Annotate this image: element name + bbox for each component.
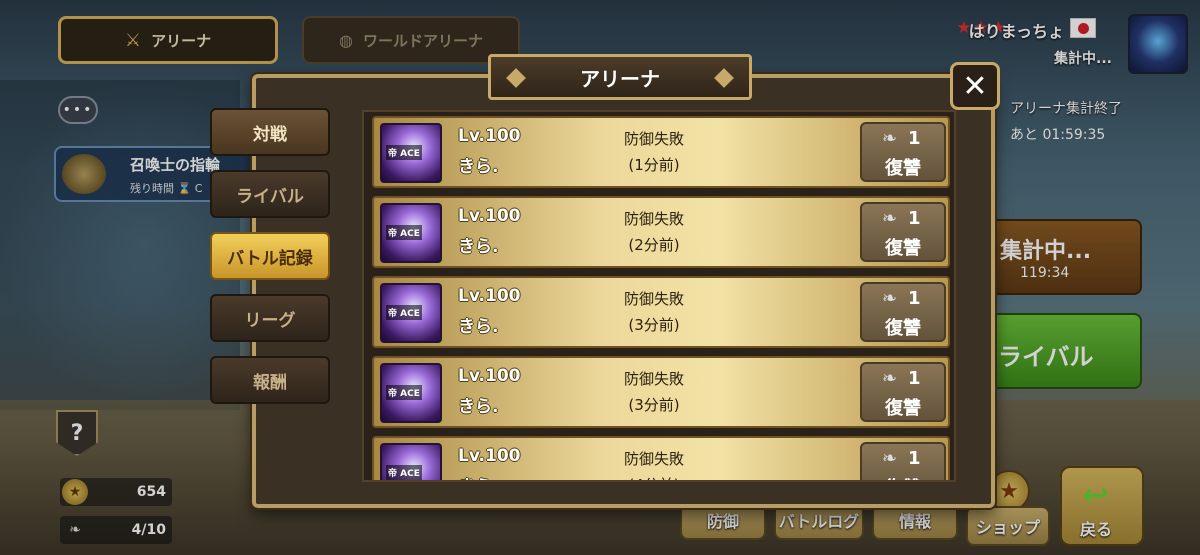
battle-time: (4分前) <box>604 474 704 480</box>
opponent-portrait[interactable]: 帝 ACE <box>380 203 442 263</box>
wing-icon: ❧ <box>882 288 898 309</box>
opponent-portrait[interactable]: 帝 ACE <box>380 283 442 343</box>
revenge-button[interactable]: ❧ 1 復讐 <box>860 442 946 480</box>
side-tab-rival[interactable]: ライバル <box>210 170 330 218</box>
portrait-tag: 帝 ACE <box>386 465 422 480</box>
modal-title-plate: アリーナ <box>488 54 752 100</box>
revenge-button[interactable]: ❧ 1 復讐 <box>860 362 946 422</box>
close-icon: ✕ <box>962 68 988 104</box>
table-row: 帝 ACE Lv.100 きら. 防御失敗 (3分前) ❧ 1 復讐 <box>372 276 950 348</box>
revenge-label: 復讐 <box>885 158 921 179</box>
battle-time: (3分前) <box>628 396 680 414</box>
revenge-label: 復讐 <box>885 398 921 419</box>
side-tab-rewards[interactable]: 報酬 <box>210 356 330 404</box>
portrait-tag: 帝 ACE <box>386 305 422 320</box>
revenge-button[interactable]: ❧ 1 復讐 <box>860 282 946 342</box>
opponent-portrait[interactable]: 帝 ACE <box>380 123 442 183</box>
battle-record-list[interactable]: 帝 ACE Lv.100 きら. 防御失敗 (1分前) ❧ 1 復讐 帝 ACE… <box>362 110 956 482</box>
side-tab-rewards-label: 報酬 <box>253 372 287 393</box>
opponent-level: Lv.100 <box>458 366 521 386</box>
portrait-tag: 帝 ACE <box>386 225 422 240</box>
side-tab-league-label: リーグ <box>244 310 296 331</box>
opponent-name: きら. <box>458 157 499 177</box>
side-tab-battle-record-label: バトル記録 <box>227 248 313 269</box>
battle-result: 防御失敗 <box>623 370 684 388</box>
battle-time: (3分前) <box>628 316 680 334</box>
battle-result: 防御失敗 <box>623 130 684 148</box>
title-ornament-left <box>506 68 526 88</box>
battle-time: (2分前) <box>628 236 680 254</box>
wing-icon: ❧ <box>882 128 898 149</box>
revenge-label: 復讐 <box>885 238 921 259</box>
revenge-button[interactable]: ❧ 1 復讐 <box>860 122 946 182</box>
revenge-cost: 1 <box>908 368 921 389</box>
revenge-cost: 1 <box>908 208 921 229</box>
opponent-level: Lv.100 <box>458 446 521 466</box>
side-tab-league[interactable]: リーグ <box>210 294 330 342</box>
arena-modal-panel: 帝 ACE Lv.100 きら. 防御失敗 (1分前) ❧ 1 復讐 帝 ACE… <box>252 74 995 508</box>
portrait-tag: 帝 ACE <box>386 145 422 160</box>
revenge-cost: 1 <box>908 128 921 149</box>
wing-icon: ❧ <box>882 448 898 469</box>
table-row: 帝 ACE Lv.100 きら. 防御失敗 (4分前) ❧ 1 復讐 <box>372 436 950 480</box>
wing-icon: ❧ <box>882 208 898 229</box>
revenge-cost: 1 <box>908 448 921 469</box>
battle-time: (1分前) <box>628 156 680 174</box>
opponent-level: Lv.100 <box>458 126 521 146</box>
title-ornament-right <box>714 68 734 88</box>
revenge-button[interactable]: ❧ 1 復讐 <box>860 202 946 262</box>
revenge-label: 復讐 <box>885 318 921 339</box>
revenge-cost: 1 <box>908 288 921 309</box>
opponent-portrait[interactable]: 帝 ACE <box>380 363 442 423</box>
close-button[interactable]: ✕ <box>950 62 1000 110</box>
side-tab-battle-record[interactable]: バトル記録 <box>210 232 330 280</box>
table-row: 帝 ACE Lv.100 きら. 防御失敗 (2分前) ❧ 1 復讐 <box>372 196 950 268</box>
side-tab-rival-label: ライバル <box>236 186 304 207</box>
table-row: 帝 ACE Lv.100 きら. 防御失敗 (3分前) ❧ 1 復讐 <box>372 356 950 428</box>
opponent-name: きら. <box>458 317 499 337</box>
battle-result: 防御失敗 <box>623 210 684 228</box>
side-tab-battle-label: 対戦 <box>253 124 287 145</box>
wing-icon: ❧ <box>882 368 898 389</box>
table-row: 帝 ACE Lv.100 きら. 防御失敗 (1分前) ❧ 1 復讐 <box>372 116 950 188</box>
revenge-label: 復讐 <box>862 474 944 480</box>
opponent-name: きら. <box>458 472 498 480</box>
opponent-name: きら. <box>458 237 499 257</box>
modal-title: アリーナ <box>580 66 660 91</box>
opponent-level: Lv.100 <box>458 206 521 226</box>
side-tab-battle[interactable]: 対戦 <box>210 108 330 156</box>
opponent-portrait[interactable]: 帝 ACE <box>380 443 442 480</box>
opponent-name: きら. <box>458 397 499 417</box>
battle-result: 防御失敗 <box>623 290 684 308</box>
opponent-level: Lv.100 <box>458 286 521 306</box>
portrait-tag: 帝 ACE <box>386 385 422 400</box>
battle-result: 防御失敗 <box>623 450 684 468</box>
